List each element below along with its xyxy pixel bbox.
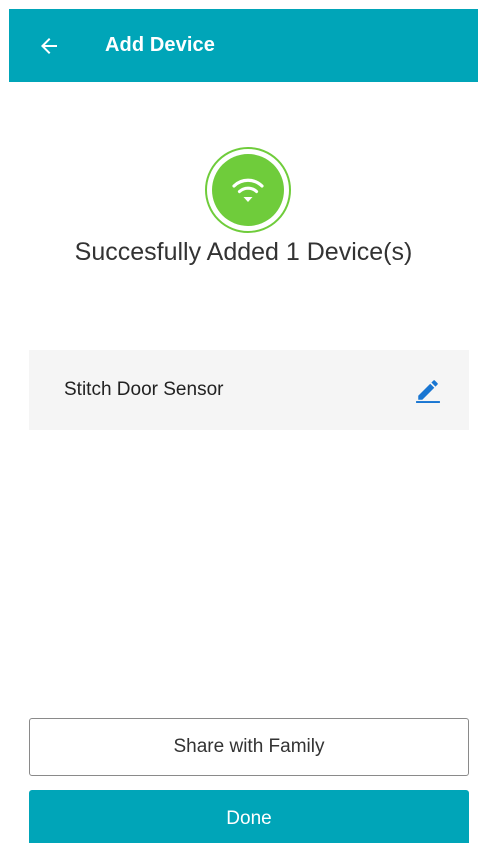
pencil-icon xyxy=(416,380,440,403)
success-message: Succesfully Added 1 Device(s) xyxy=(74,238,413,266)
page-title: Add Device xyxy=(105,34,215,56)
status-icon-fill xyxy=(212,154,284,226)
edit-device-name-button[interactable] xyxy=(411,373,445,407)
done-button[interactable]: Done xyxy=(29,790,469,843)
app-bar: Add Device xyxy=(9,9,478,82)
device-list-item: Stitch Door Sensor xyxy=(29,350,469,430)
back-button[interactable] xyxy=(29,26,69,66)
add-device-screen: Add Device Succesfully Added 1 Device(s)… xyxy=(0,0,478,843)
wifi-icon xyxy=(232,178,264,202)
success-status-badge xyxy=(205,147,291,233)
arrow-left-icon xyxy=(41,37,57,54)
device-name: Stitch Door Sensor xyxy=(64,379,224,400)
share-with-family-button[interactable]: Share with Family xyxy=(29,718,469,776)
